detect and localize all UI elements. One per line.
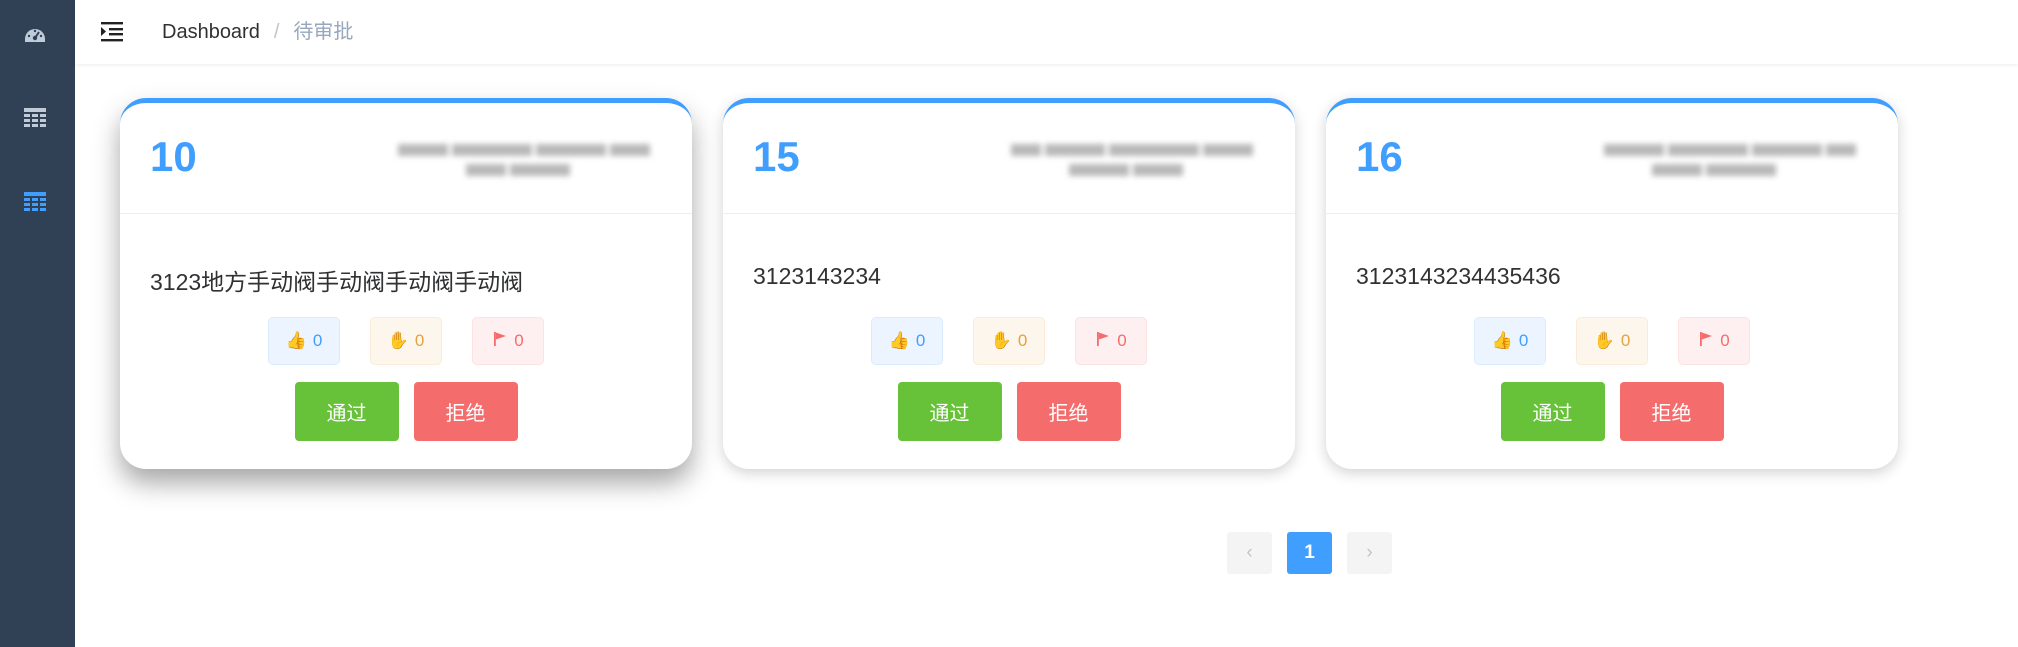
card-stats: 👍 0 ✋ 0 0 <box>723 317 1295 365</box>
like-stat[interactable]: 👍 0 <box>268 317 340 365</box>
card-content: 3123143234435436 <box>1356 263 1561 289</box>
card-stats: 👍 0 ✋ 0 0 <box>120 317 692 365</box>
blurred-info <box>985 141 1255 181</box>
hamburger-icon[interactable] <box>99 18 125 44</box>
flag-count: 0 <box>1117 331 1127 350</box>
like-stat[interactable]: 👍 0 <box>871 317 943 365</box>
pagination: ‹ 1 › <box>1227 532 1392 574</box>
approve-button[interactable]: 通过 <box>1500 382 1605 441</box>
table-icon[interactable] <box>23 106 47 130</box>
approve-button[interactable]: 通过 <box>294 382 399 441</box>
hand-stat[interactable]: ✋ 0 <box>973 317 1045 365</box>
breadcrumb-home[interactable]: Dashboard <box>162 19 260 45</box>
card-id: 15 <box>753 133 800 180</box>
raised-hand-icon: ✋ <box>990 331 1012 350</box>
card-header: 10 <box>120 103 692 214</box>
flag-stat[interactable]: 0 <box>1678 317 1750 365</box>
card-actions: 通过 拒绝 <box>723 382 1295 441</box>
hand-stat[interactable]: ✋ 0 <box>370 317 442 365</box>
approve-button[interactable]: 通过 <box>897 382 1002 441</box>
card-header: 16 <box>1326 103 1898 214</box>
sidebar <box>0 0 75 647</box>
prev-page-button[interactable]: ‹ <box>1227 532 1272 574</box>
page-number-button[interactable]: 1 <box>1287 532 1332 574</box>
flag-icon <box>492 331 508 352</box>
card-id: 16 <box>1356 133 1403 180</box>
reject-button[interactable]: 拒绝 <box>1619 382 1724 441</box>
flag-stat[interactable]: 0 <box>472 317 544 365</box>
card-content: 3123143234 <box>753 263 881 289</box>
thumbs-up-icon: 👍 <box>1491 331 1513 350</box>
approval-card: 15 3123143234 👍 0 ✋ 0 0 通过 拒绝 <box>723 98 1295 469</box>
next-page-button[interactable]: › <box>1347 532 1392 574</box>
table-icon-active[interactable] <box>23 190 47 214</box>
navbar: Dashboard / 待审批 <box>75 0 2018 64</box>
thumbs-up-icon: 👍 <box>285 331 307 350</box>
reject-button[interactable]: 拒绝 <box>1016 382 1121 441</box>
card-header: 15 <box>723 103 1295 214</box>
like-count: 0 <box>312 331 323 350</box>
breadcrumb-current: 待审批 <box>293 21 354 43</box>
approval-card: 10 3123地方手动阀手动阀手动阀手动阀 👍 0 ✋ 0 0 通过 拒绝 <box>120 98 692 469</box>
like-stat[interactable]: 👍 0 <box>1474 317 1546 365</box>
flag-count: 0 <box>1720 331 1730 350</box>
hand-stat[interactable]: ✋ 0 <box>1576 317 1648 365</box>
chevron-left-icon: ‹ <box>1246 542 1253 563</box>
card-actions: 通过 拒绝 <box>1326 382 1898 441</box>
breadcrumb: Dashboard / 待审批 <box>162 19 353 45</box>
reject-button[interactable]: 拒绝 <box>413 382 518 441</box>
like-count: 0 <box>1518 331 1529 350</box>
flag-icon <box>1698 331 1714 352</box>
raised-hand-icon: ✋ <box>1593 331 1615 350</box>
dashboard-icon[interactable] <box>23 22 47 46</box>
card-list: 10 3123地方手动阀手动阀手动阀手动阀 👍 0 ✋ 0 0 通过 拒绝 15 3… <box>120 98 1898 469</box>
raised-hand-icon: ✋ <box>387 331 409 350</box>
chevron-right-icon: › <box>1366 542 1373 563</box>
blurred-info <box>1588 141 1858 181</box>
card-actions: 通过 拒绝 <box>120 382 692 441</box>
hand-count: 0 <box>414 331 425 350</box>
hand-count: 0 <box>1017 331 1028 350</box>
flag-stat[interactable]: 0 <box>1075 317 1147 365</box>
hand-count: 0 <box>1620 331 1631 350</box>
card-content: 3123地方手动阀手动阀手动阀手动阀 <box>150 269 524 295</box>
flag-icon <box>1095 331 1111 352</box>
approval-card: 16 3123143234435436 👍 0 ✋ 0 0 通过 拒绝 <box>1326 98 1898 469</box>
breadcrumb-separator: / <box>273 21 280 43</box>
card-id: 10 <box>150 133 197 180</box>
flag-count: 0 <box>514 331 524 350</box>
like-count: 0 <box>915 331 926 350</box>
blurred-info <box>382 141 652 181</box>
card-stats: 👍 0 ✋ 0 0 <box>1326 317 1898 365</box>
thumbs-up-icon: 👍 <box>888 331 910 350</box>
